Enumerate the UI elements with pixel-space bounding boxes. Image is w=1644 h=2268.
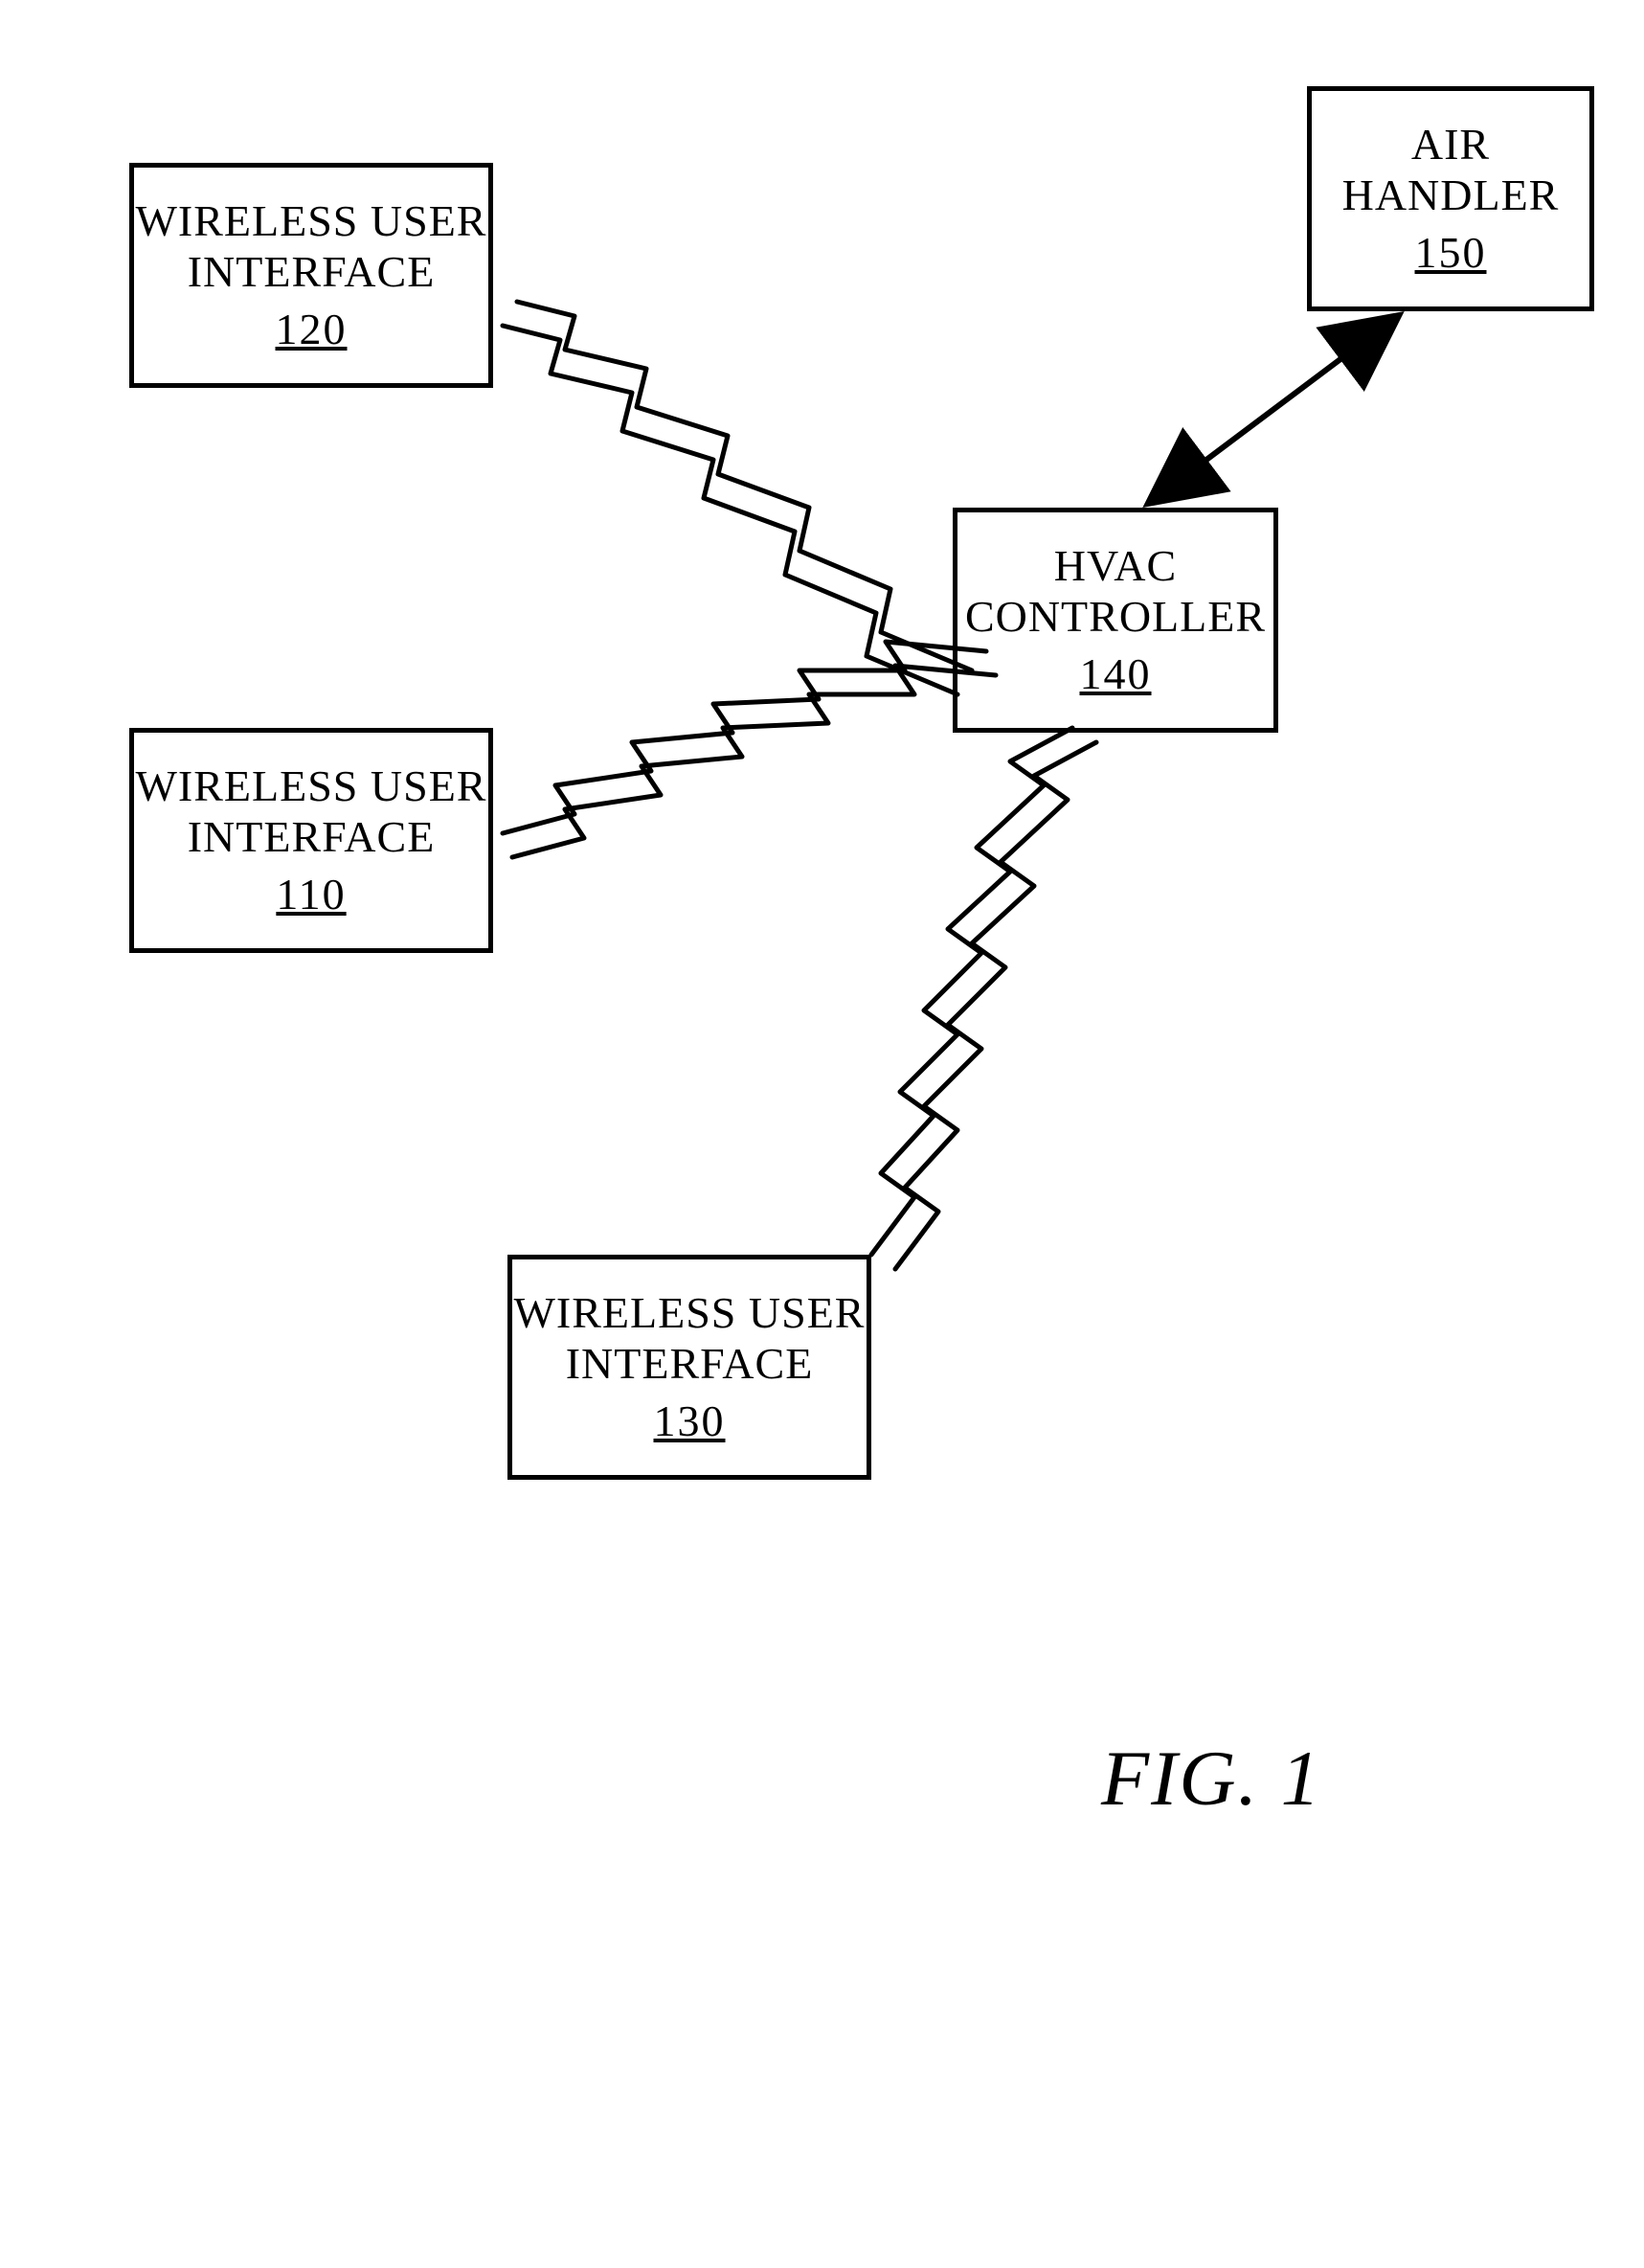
- box-ref: 140: [1080, 648, 1152, 699]
- box-hvac-controller: HVACCONTROLLER 140: [953, 508, 1278, 733]
- arrow-hvac-airhandler: [1149, 316, 1398, 503]
- box-wireless-ui-120: WIRELESS USERINTERFACE 120: [129, 163, 493, 388]
- box-label: WIRELESS USERINTERFACE: [136, 196, 487, 298]
- box-label: AIRHANDLER: [1342, 120, 1560, 221]
- box-label: WIRELESS USERINTERFACE: [136, 761, 487, 863]
- box-ref: 110: [276, 869, 346, 919]
- box-ref: 130: [654, 1395, 726, 1446]
- figure-label: FIG. 1: [1101, 1734, 1322, 1824]
- wireless-link-120: [503, 302, 972, 694]
- box-air-handler: AIRHANDLER 150: [1307, 86, 1594, 311]
- box-wireless-ui-130: WIRELESS USERINTERFACE 130: [507, 1255, 871, 1480]
- diagram-canvas: WIRELESS USERINTERFACE 120 WIRELESS USER…: [0, 0, 1644, 2268]
- box-label: WIRELESS USERINTERFACE: [514, 1288, 866, 1390]
- box-label: HVACCONTROLLER: [965, 541, 1266, 643]
- box-ref: 120: [276, 304, 348, 354]
- box-wireless-ui-110: WIRELESS USERINTERFACE 110: [129, 728, 493, 953]
- wireless-link-130: [871, 728, 1096, 1269]
- box-ref: 150: [1415, 227, 1487, 278]
- wireless-link-110: [503, 642, 996, 857]
